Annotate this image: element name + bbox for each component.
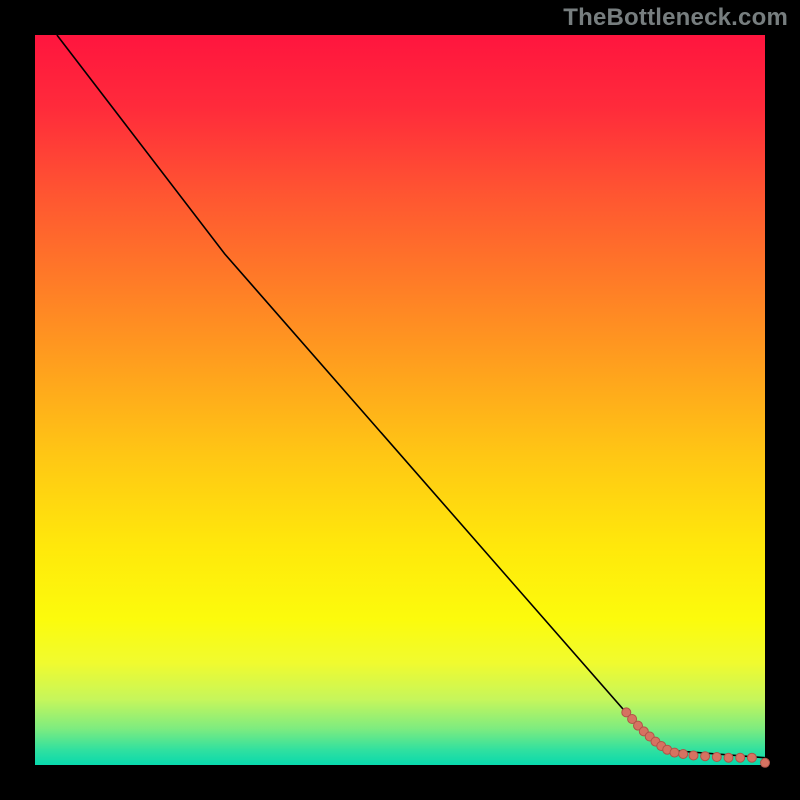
data-marker <box>670 748 679 757</box>
data-marker <box>761 758 770 767</box>
data-markers <box>622 708 770 767</box>
data-marker <box>724 753 733 762</box>
data-marker <box>689 751 698 760</box>
data-marker <box>712 753 721 762</box>
watermark-text: TheBottleneck.com <box>563 4 788 32</box>
data-marker <box>679 750 688 759</box>
bottleneck-curve <box>57 35 765 758</box>
data-marker <box>701 752 710 761</box>
chart-frame: TheBottleneck.com <box>0 0 800 800</box>
data-marker <box>736 753 745 762</box>
data-marker <box>747 753 756 762</box>
plot-overlay <box>35 35 765 765</box>
